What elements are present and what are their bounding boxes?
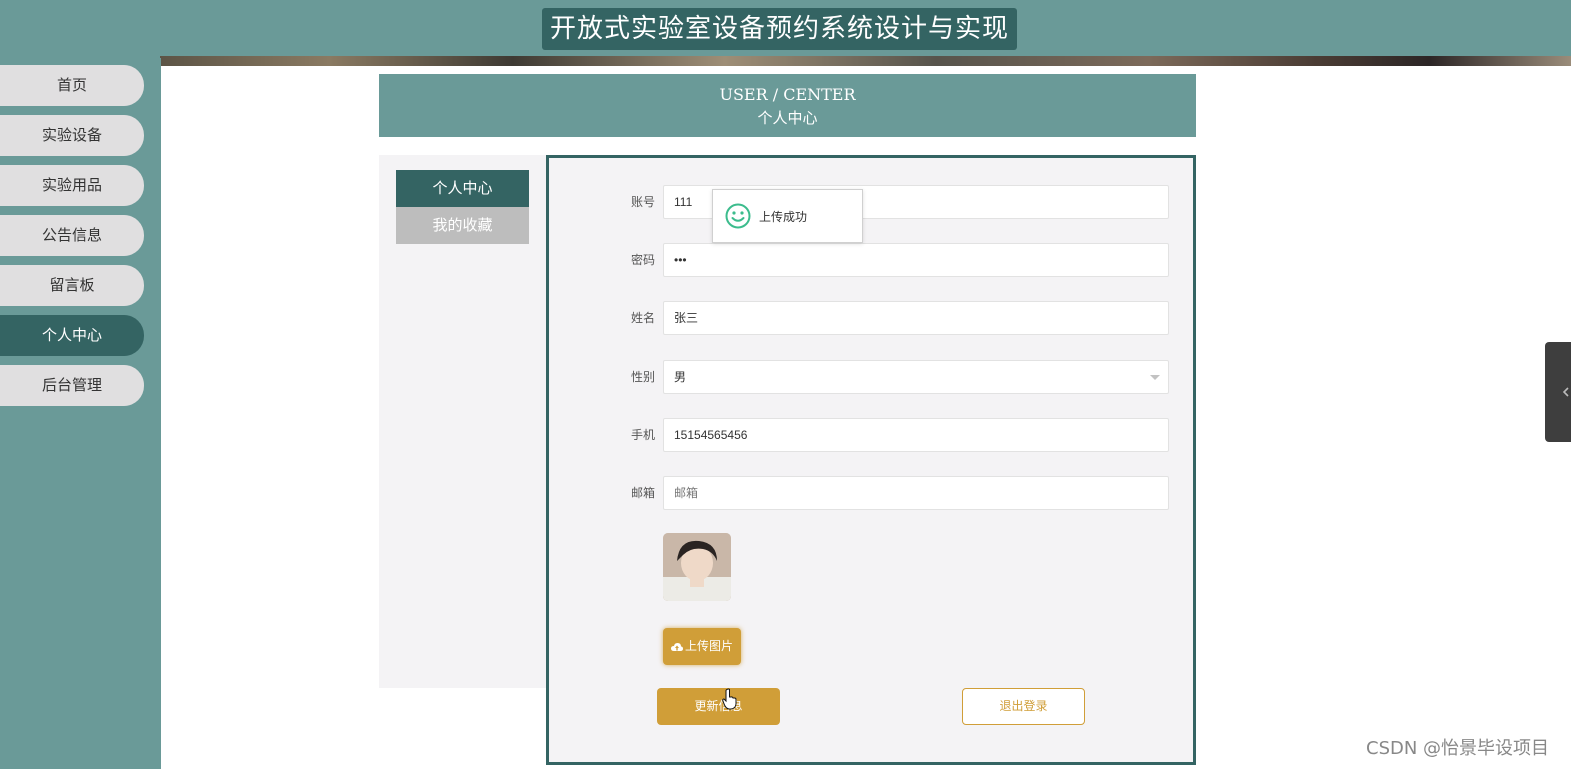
hand-pointer-icon	[722, 688, 737, 710]
banner-image-strip	[160, 56, 1571, 66]
submenu-user-center[interactable]: 个人中心	[396, 170, 529, 207]
smile-icon	[725, 203, 751, 229]
watermark: CSDN @怡景毕设项目	[1366, 738, 1550, 759]
nav-item-lab-equipment[interactable]: 实验设备	[0, 115, 144, 156]
cloud-upload-icon	[670, 642, 683, 651]
sidebar: 首页 实验设备 实验用品 公告信息 留言板 个人中心 后台管理	[0, 58, 161, 769]
chevron-left-icon	[1562, 387, 1569, 397]
email-label: 邮箱	[630, 486, 655, 500]
nav-item-message-board[interactable]: 留言板	[0, 265, 144, 306]
upload-image-label: 上传图片	[684, 639, 733, 653]
email-input[interactable]: 邮箱	[663, 476, 1169, 510]
upload-image-button[interactable]: 上传图片	[663, 628, 741, 665]
submenu-my-favorites[interactable]: 我的收藏	[396, 207, 529, 244]
user-center-banner: USER / CENTER 个人中心	[379, 74, 1196, 137]
profile-form: 账号 111 密码 ••• 姓名 张三 性别 男 手机 15154565456 …	[546, 155, 1196, 765]
avatar	[663, 533, 731, 601]
user-center-title-cn: 个人中心	[757, 109, 818, 127]
nav-item-lab-supplies[interactable]: 实验用品	[0, 165, 144, 206]
user-center-submenu: 个人中心 我的收藏	[379, 155, 547, 688]
side-panel-toggle[interactable]	[1545, 342, 1571, 442]
nav-item-home[interactable]: 首页	[0, 65, 144, 106]
phone-label: 手机	[630, 428, 655, 442]
update-info-button[interactable]: 更新信息	[657, 688, 780, 725]
toast-message: 上传成功	[759, 210, 808, 224]
success-toast: 上传成功	[712, 189, 863, 243]
logout-button[interactable]: 退出登录	[962, 688, 1085, 725]
chevron-down-icon	[1150, 375, 1160, 380]
password-input[interactable]: •••	[663, 243, 1169, 277]
nav-item-user-center[interactable]: 个人中心	[0, 315, 144, 356]
gender-select-value: 男	[674, 370, 687, 384]
gender-label: 性别	[630, 370, 655, 384]
nav-item-announcements[interactable]: 公告信息	[0, 215, 144, 256]
nav-item-admin[interactable]: 后台管理	[0, 365, 144, 406]
gender-select[interactable]: 男	[663, 360, 1169, 394]
user-center-title-en: USER / CENTER	[719, 85, 856, 104]
name-label: 姓名	[630, 311, 655, 325]
name-input[interactable]: 张三	[663, 301, 1169, 335]
site-title: 开放式实验室设备预约系统设计与实现	[542, 8, 1017, 50]
password-label: 密码	[630, 253, 655, 267]
avatar-photo-icon	[663, 533, 731, 601]
account-label: 账号	[630, 195, 655, 209]
phone-input[interactable]: 15154565456	[663, 418, 1169, 452]
